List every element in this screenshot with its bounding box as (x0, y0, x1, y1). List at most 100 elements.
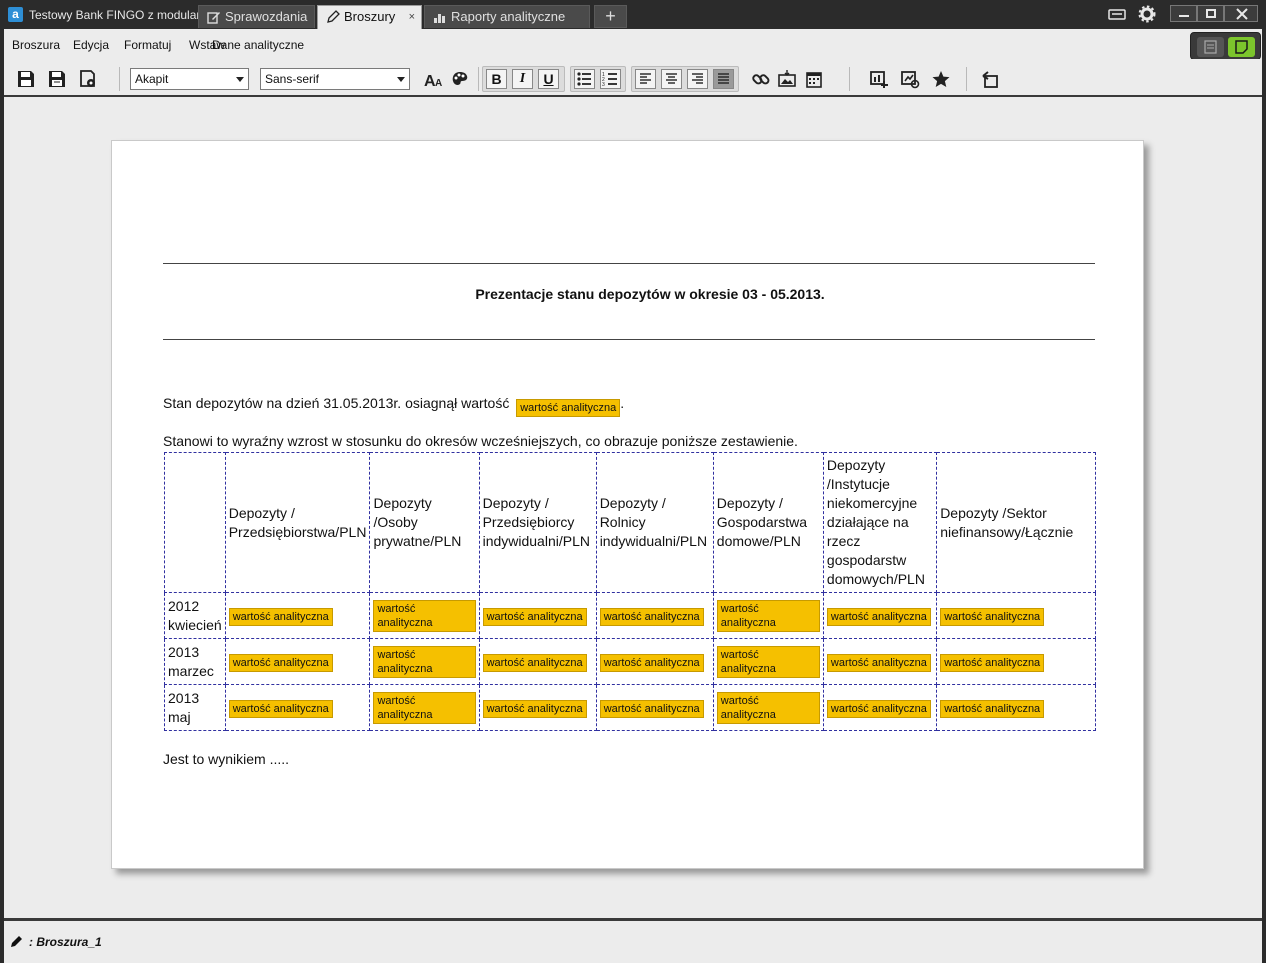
table-header-cell[interactable]: Depozyty / Gospodarstwa domowe/PLN (712, 452, 824, 593)
gear-icon[interactable] (1138, 5, 1156, 23)
analytic-value-tag[interactable]: wartość analityczna (228, 607, 333, 626)
image-icon[interactable] (777, 69, 797, 89)
align-left-button[interactable] (635, 69, 656, 89)
note-view-button[interactable] (1228, 37, 1255, 57)
undo-icon[interactable] (980, 69, 1000, 89)
bold-button[interactable]: B (486, 69, 507, 89)
palette-icon[interactable] (450, 69, 470, 89)
list-view-button[interactable] (1197, 37, 1224, 57)
menu-dane-analityczne[interactable]: Dane analityczne (212, 38, 304, 52)
table-cell[interactable]: wartość analityczna (369, 638, 480, 685)
bullet-list-button[interactable] (574, 69, 595, 89)
refresh-analytic-icon[interactable] (900, 69, 920, 89)
italic-button[interactable]: I (512, 69, 533, 89)
table-cell[interactable]: wartość analityczna (595, 638, 714, 685)
table-cell[interactable]: wartość analityczna (224, 684, 371, 731)
calendar-icon[interactable] (804, 69, 824, 89)
analytic-value-tag[interactable]: wartość analityczna (228, 699, 333, 718)
document-page[interactable]: Prezentacje stanu depozytów w okresie 03… (111, 140, 1144, 869)
tab-broszury[interactable]: Broszury × (317, 5, 422, 29)
deposits-table-container[interactable]: Depozyty / Przedsiębiorstwa/PLN Depozyty… (164, 452, 1096, 734)
font-family-select[interactable]: Sans-serif (260, 68, 410, 90)
underline-button[interactable]: U (538, 69, 559, 89)
align-justify-button[interactable] (713, 69, 734, 89)
close-window-button[interactable] (1224, 5, 1258, 22)
table-cell[interactable]: wartość analityczna (478, 592, 597, 639)
table-cell[interactable]: wartość analityczna (822, 684, 938, 731)
analytic-value-tag[interactable]: wartość analityczna (482, 607, 587, 626)
paragraph-1[interactable]: Stan depozytów na dzień 31.05.2013r. osi… (163, 395, 624, 417)
table-cell[interactable]: wartość analityczna (478, 638, 597, 685)
analytic-value-tag[interactable]: wartość analityczna (940, 653, 1045, 672)
analytic-value-tag[interactable]: wartość analityczna (373, 599, 476, 632)
analytic-value-tag[interactable]: wartość analityczna (716, 645, 820, 678)
maximize-button[interactable] (1197, 5, 1224, 22)
table-cell[interactable]: wartość analityczna (936, 638, 1096, 685)
table-cell[interactable]: wartość analityczna (595, 684, 714, 731)
tab-raporty-analityczne[interactable]: Raporty analityczne (424, 5, 590, 28)
add-tab-button[interactable]: + (594, 5, 627, 28)
table-header-cell[interactable]: Depozyty / Przedsiębiorstwa/PLN (224, 452, 371, 593)
analytic-value-tag[interactable]: wartość analityczna (716, 599, 820, 632)
minimize-button[interactable] (1170, 5, 1197, 22)
font-size-icon[interactable]: AA (423, 69, 443, 89)
table-cell[interactable]: wartość analityczna (478, 684, 597, 731)
analytic-value-tag[interactable]: wartość analityczna (373, 691, 476, 724)
analytic-value-tag[interactable]: wartość analityczna (599, 699, 704, 718)
paragraph-2[interactable]: Stanowi to wyraźny wzrost w stosunku do … (163, 433, 798, 449)
analytic-value-tag[interactable]: wartość analityczna (826, 607, 931, 626)
table-header-cell[interactable]: Depozyty / Rolnicy indywidualni/PLN (595, 452, 714, 593)
analytic-value-tag[interactable]: wartość analityczna (940, 607, 1045, 626)
table-header-cell[interactable]: Depozyty /Instytucje niekomercyjne dział… (822, 452, 938, 593)
save-icon[interactable] (16, 69, 36, 89)
analytic-value-tag[interactable]: wartość analityczna (940, 699, 1045, 718)
table-row-label[interactable]: 2012 kwiecień (164, 592, 226, 639)
document-title[interactable]: Prezentacje stanu depozytów w okresie 03… (163, 286, 1137, 302)
star-icon[interactable] (931, 69, 951, 89)
table-cell[interactable]: wartość analityczna (224, 592, 371, 639)
analytic-value-tag[interactable]: wartość analityczna (826, 653, 931, 672)
table-cell[interactable]: wartość analityczna (712, 684, 824, 731)
table-cell[interactable]: wartość analityczna (936, 684, 1096, 731)
table-cell[interactable]: wartość analityczna (595, 592, 714, 639)
table-cell[interactable]: wartość analityczna (224, 638, 371, 685)
insert-analytic-icon[interactable] (869, 69, 889, 89)
menu-edycja[interactable]: Edycja (73, 38, 109, 52)
analytic-value-tag[interactable]: wartość analityczna (516, 399, 621, 417)
analytic-value-tag[interactable]: wartość analityczna (482, 699, 587, 718)
analytic-value-tag[interactable]: wartość analityczna (482, 653, 587, 672)
table-header-cell-empty[interactable] (164, 452, 226, 593)
analytic-value-tag[interactable]: wartość analityczna (373, 645, 476, 678)
analytic-value-tag[interactable]: wartość analityczna (716, 691, 820, 724)
table-cell[interactable]: wartość analityczna (712, 638, 824, 685)
tab-sprawozdania[interactable]: Sprawozdania (198, 5, 315, 28)
table-cell[interactable]: wartość analityczna (822, 638, 938, 685)
table-row-label[interactable]: 2013 marzec (164, 638, 226, 685)
menu-broszura[interactable]: Broszura (12, 38, 60, 52)
table-header-cell[interactable]: Depozyty /Osoby prywatne/PLN (369, 452, 480, 593)
paragraph-style-select[interactable]: Akapit (130, 68, 249, 90)
analytic-value-tag[interactable]: wartość analityczna (599, 607, 704, 626)
align-right-button[interactable] (687, 69, 708, 89)
table-cell[interactable]: wartość analityczna (712, 592, 824, 639)
document-workspace[interactable]: Prezentacje stanu depozytów w okresie 03… (4, 97, 1262, 918)
link-icon[interactable] (751, 69, 771, 89)
table-header-cell[interactable]: Depozyty /Sektor niefinansowy/Łącznie (936, 452, 1096, 593)
document-settings-icon[interactable] (78, 69, 98, 89)
analytic-value-tag[interactable]: wartość analityczna (228, 653, 333, 672)
table-cell[interactable]: wartość analityczna (369, 684, 480, 731)
table-cell[interactable]: wartość analityczna (936, 592, 1096, 639)
table-row-label[interactable]: 2013 maj (164, 684, 226, 731)
align-center-button[interactable] (661, 69, 682, 89)
close-tab-icon[interactable]: × (409, 6, 415, 28)
table-header-cell[interactable]: Depozyty / Przedsiębiorcy indywidualni/P… (478, 452, 597, 593)
numbered-list-button[interactable]: 123 (600, 69, 621, 89)
keyboard-icon[interactable] (1108, 5, 1126, 23)
menu-formatuj[interactable]: Formatuj (124, 38, 171, 52)
save-as-icon[interactable] (47, 69, 67, 89)
table-cell[interactable]: wartość analityczna (822, 592, 938, 639)
paragraph-3[interactable]: Jest to wynikiem ..... (163, 751, 289, 767)
table-cell[interactable]: wartość analityczna (369, 592, 480, 639)
analytic-value-tag[interactable]: wartość analityczna (826, 699, 931, 718)
analytic-value-tag[interactable]: wartość analityczna (599, 653, 704, 672)
